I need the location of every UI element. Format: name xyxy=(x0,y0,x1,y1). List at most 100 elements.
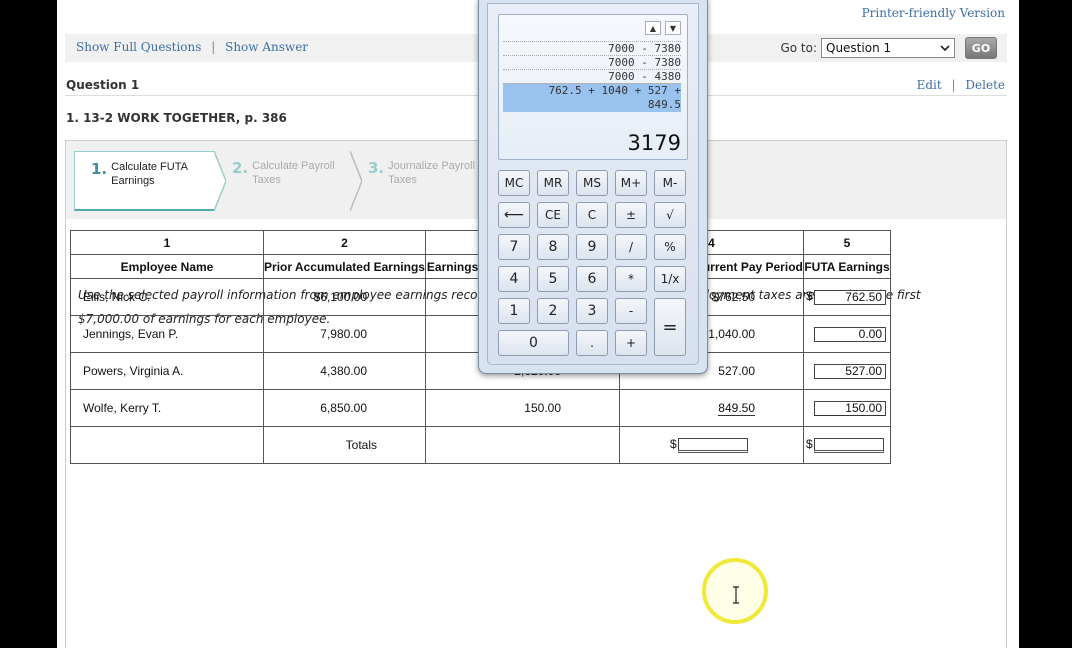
step-label: Calculate FUTA Earnings xyxy=(111,161,188,187)
key-subtract[interactable]: - xyxy=(615,298,647,324)
key-percent[interactable]: % xyxy=(654,234,686,260)
goto-label: Go to: xyxy=(780,41,817,55)
employee-name: Jennings, Evan P. xyxy=(70,315,264,353)
key-6[interactable]: 6 xyxy=(576,266,608,292)
step-tab-2[interactable]: 2. Calculate Payroll Taxes xyxy=(216,151,352,211)
totals-futa-input[interactable] xyxy=(814,437,884,453)
prior-earnings: 7,980.00 xyxy=(263,315,426,353)
futa-cell: 150.00 xyxy=(803,389,891,427)
column-header: Prior Accumulated Earnings xyxy=(263,254,426,279)
key-0[interactable]: 0 xyxy=(498,330,569,356)
current-earnings: 849.50 xyxy=(718,401,755,416)
text-cursor-icon xyxy=(733,586,739,604)
edit-link[interactable]: Edit xyxy=(917,78,942,92)
show-full-questions-link[interactable]: Show Full Questions xyxy=(76,40,201,54)
futa-earnings-input[interactable]: 150.00 xyxy=(814,400,886,416)
arrow-down-icon[interactable]: ▼ xyxy=(665,21,681,35)
key-ce[interactable]: CE xyxy=(537,202,569,228)
key-sqrt[interactable]: √ xyxy=(654,202,686,228)
history-arrows: ▲ ▼ xyxy=(645,21,681,35)
futa-cell: $762.50 xyxy=(803,278,891,316)
table-row: Wolfe, Kerry T. 6,850.00 150.00 849.50 1… xyxy=(70,389,891,427)
key-divide[interactable]: / xyxy=(615,234,647,260)
key-equals[interactable]: = xyxy=(654,298,686,356)
key-mr[interactable]: MR xyxy=(537,170,569,196)
totals-current-input[interactable] xyxy=(678,437,748,453)
key-1[interactable]: 1 xyxy=(498,298,530,324)
futa-earnings-input[interactable]: 762.50 xyxy=(814,289,886,305)
employee-name: Wolfe, Kerry T. xyxy=(70,389,264,427)
futa-cell: 527.00 xyxy=(803,352,891,390)
history-line: 762.5 + 1040 + 527 + xyxy=(548,84,681,97)
go-button[interactable]: GO xyxy=(965,37,997,59)
futa-earnings-input[interactable]: 527.00 xyxy=(814,363,886,379)
key-m-plus[interactable]: M+ xyxy=(615,170,647,196)
column-number: 5 xyxy=(803,230,891,255)
delete-link[interactable]: Delete xyxy=(965,78,1005,92)
step-number: 3. xyxy=(368,159,385,177)
history-line: 849.5 xyxy=(647,98,681,111)
empty-cell xyxy=(70,426,264,464)
column-number: 2 xyxy=(263,230,426,255)
history-line: 7000 - 7380 xyxy=(503,55,681,70)
history-line: 7000 - 7380 xyxy=(503,41,681,56)
show-answer-link[interactable]: Show Answer xyxy=(225,40,308,54)
key-add[interactable]: + xyxy=(615,330,647,356)
prior-earnings: 4,380.00 xyxy=(263,352,426,390)
question-title: Question 1 xyxy=(66,78,140,92)
key-mc[interactable]: MC xyxy=(498,170,530,196)
prior-earnings: $6,100.00 xyxy=(263,278,426,316)
dollar-sign: $ xyxy=(670,437,677,452)
key-c[interactable]: C xyxy=(576,202,608,228)
goto-selected-value: Question 1 xyxy=(826,41,892,55)
column-header: Employee Name xyxy=(70,254,264,279)
edit-links: Edit | Delete xyxy=(917,78,1005,92)
goto-select[interactable]: Question 1 xyxy=(821,38,955,58)
key-ms[interactable]: MS xyxy=(576,170,608,196)
step-number: 2. xyxy=(232,159,249,177)
key-8[interactable]: 8 xyxy=(537,234,569,260)
history-line-selected[interactable]: 762.5 + 1040 + 527 + 849.5 xyxy=(503,83,681,112)
totals-label: Totals xyxy=(263,426,426,464)
key-9[interactable]: 9 xyxy=(576,234,608,260)
key-backspace[interactable]: ⟵ xyxy=(498,202,530,228)
totals-row: Totals $ $ xyxy=(70,426,891,464)
show-links: Show Full Questions | Show Answer xyxy=(76,40,308,54)
totals-current-cell: $ xyxy=(619,426,804,464)
futa-cell: 0.00 xyxy=(803,315,891,353)
key-3[interactable]: 3 xyxy=(576,298,608,324)
dollar-sign: $ xyxy=(806,289,813,304)
key-multiply[interactable]: * xyxy=(615,266,647,292)
current-earnings-cell: 849.50 xyxy=(619,389,804,427)
key-5[interactable]: 5 xyxy=(537,266,569,292)
dollar-sign: $ xyxy=(806,437,813,452)
problem-title: 1. 13-2 WORK TOGETHER, p. 386 xyxy=(66,111,287,125)
earnings-to-base: 150.00 xyxy=(425,389,620,427)
key-reciprocal[interactable]: 1/x xyxy=(654,266,686,292)
empty-cell xyxy=(425,426,620,464)
link-separator: | xyxy=(951,78,956,92)
step-tab-3[interactable]: 3. Journalize Payroll Taxes xyxy=(352,151,488,211)
column-number: 1 xyxy=(70,230,264,255)
totals-futa-cell: $ xyxy=(803,426,891,464)
step-label: Calculate Payroll Taxes xyxy=(252,160,335,186)
futa-earnings-input[interactable]: 0.00 xyxy=(814,326,886,342)
arrow-up-icon[interactable]: ▲ xyxy=(645,21,661,35)
step-tab-1[interactable]: 1. Calculate FUTA Earnings xyxy=(74,151,214,211)
calculator-body: ▲ ▼ 7000 - 7380 7000 - 7380 7000 - 4380 … xyxy=(487,3,699,365)
key-4[interactable]: 4 xyxy=(498,266,530,292)
key-decimal[interactable]: . xyxy=(576,330,608,356)
step-label: Journalize Payroll Taxes xyxy=(388,160,475,186)
key-m-minus[interactable]: M- xyxy=(654,170,686,196)
employee-name: Ellis, Nick C. xyxy=(70,278,264,316)
chevron-down-icon xyxy=(940,45,950,52)
calculator-window: ▲ ▼ 7000 - 7380 7000 - 7380 7000 - 4380 … xyxy=(478,0,708,374)
key-2[interactable]: 2 xyxy=(537,298,569,324)
key-plus-minus[interactable]: ± xyxy=(615,202,647,228)
link-separator: | xyxy=(211,40,216,54)
step-number: 1. xyxy=(91,160,108,178)
printer-friendly-link[interactable]: Printer-friendly Version xyxy=(862,6,1005,20)
key-7[interactable]: 7 xyxy=(498,234,530,260)
prior-earnings: 6,850.00 xyxy=(263,389,426,427)
goto-group: Go to: Question 1 GO xyxy=(780,37,997,59)
